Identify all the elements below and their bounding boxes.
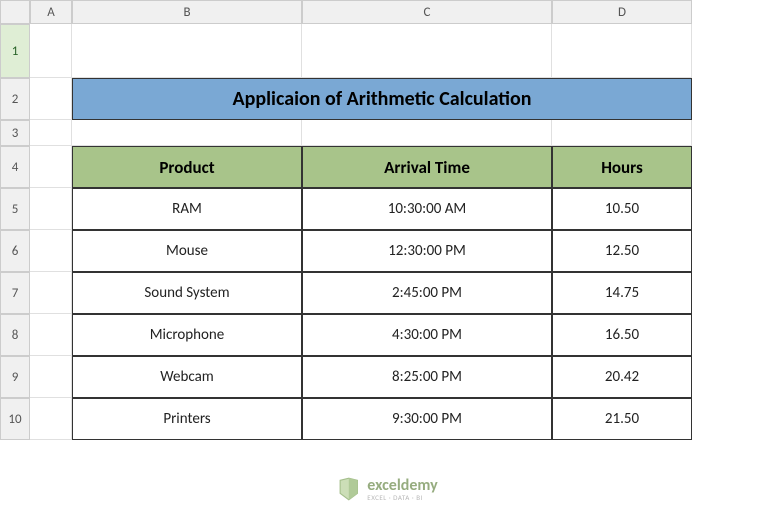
cell-A8[interactable] (30, 314, 72, 356)
cell-hours-3[interactable]: 16.50 (552, 314, 692, 356)
watermark-brand: exceldemy EXCEL · DATA · BI (367, 478, 437, 501)
exceldemy-logo-icon (335, 476, 361, 502)
title-cell[interactable]: Applicaion of Arithmetic Calculation (72, 78, 692, 120)
col-header-B[interactable]: B (72, 0, 302, 24)
cell-A4[interactable] (30, 146, 72, 188)
cell-A5[interactable] (30, 188, 72, 230)
col-header-D[interactable]: D (552, 0, 692, 24)
row-header-2[interactable]: 2 (0, 78, 30, 120)
cell-A1[interactable] (30, 24, 72, 78)
cell-product-2[interactable]: Sound System (72, 272, 302, 314)
spreadsheet-grid: A B C D 1 2 Applicaion of Arithmetic Cal… (0, 0, 773, 440)
cell-arrival-1[interactable]: 12:30:00 PM (302, 230, 552, 272)
cell-arrival-3[interactable]: 4:30:00 PM (302, 314, 552, 356)
row-header-8[interactable]: 8 (0, 314, 30, 356)
header-product[interactable]: Product (72, 146, 302, 188)
cell-D1[interactable] (552, 24, 692, 78)
cell-hours-0[interactable]: 10.50 (552, 188, 692, 230)
cell-product-3[interactable]: Microphone (72, 314, 302, 356)
cell-product-0[interactable]: RAM (72, 188, 302, 230)
cell-arrival-2[interactable]: 2:45:00 PM (302, 272, 552, 314)
cell-B1[interactable] (72, 24, 302, 78)
cell-B3[interactable] (72, 120, 302, 146)
cell-C3[interactable] (302, 120, 552, 146)
col-header-A[interactable]: A (30, 0, 72, 24)
cell-D3[interactable] (552, 120, 692, 146)
row-header-9[interactable]: 9 (0, 356, 30, 398)
row-header-5[interactable]: 5 (0, 188, 30, 230)
row-header-10[interactable]: 10 (0, 398, 30, 440)
cell-product-4[interactable]: Webcam (72, 356, 302, 398)
watermark: exceldemy EXCEL · DATA · BI (335, 476, 437, 502)
header-arrival[interactable]: Arrival Time (302, 146, 552, 188)
cell-A7[interactable] (30, 272, 72, 314)
cell-A6[interactable] (30, 230, 72, 272)
cell-C1[interactable] (302, 24, 552, 78)
cell-hours-5[interactable]: 21.50 (552, 398, 692, 440)
col-header-C[interactable]: C (302, 0, 552, 24)
row-header-6[interactable]: 6 (0, 230, 30, 272)
cell-product-1[interactable]: Mouse (72, 230, 302, 272)
row-header-3[interactable]: 3 (0, 120, 30, 146)
watermark-brand-name: exceldemy (367, 478, 437, 494)
cell-hours-4[interactable]: 20.42 (552, 356, 692, 398)
cell-arrival-4[interactable]: 8:25:00 PM (302, 356, 552, 398)
cell-A2[interactable] (30, 78, 72, 120)
row-header-1[interactable]: 1 (0, 24, 30, 78)
cell-A9[interactable] (30, 356, 72, 398)
watermark-brand-tag: EXCEL · DATA · BI (367, 494, 437, 501)
cell-arrival-5[interactable]: 9:30:00 PM (302, 398, 552, 440)
header-hours[interactable]: Hours (552, 146, 692, 188)
cell-product-5[interactable]: Printers (72, 398, 302, 440)
row-header-4[interactable]: 4 (0, 146, 30, 188)
select-all-corner[interactable] (0, 0, 30, 24)
row-header-7[interactable]: 7 (0, 272, 30, 314)
cell-arrival-0[interactable]: 10:30:00 AM (302, 188, 552, 230)
cell-hours-2[interactable]: 14.75 (552, 272, 692, 314)
cell-A3[interactable] (30, 120, 72, 146)
cell-hours-1[interactable]: 12.50 (552, 230, 692, 272)
cell-A10[interactable] (30, 398, 72, 440)
